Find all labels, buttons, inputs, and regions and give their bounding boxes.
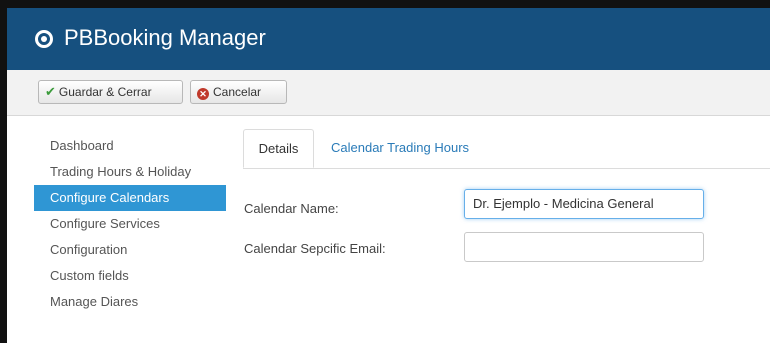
sidebar-item-configure-services[interactable]: Configure Services [34, 211, 226, 237]
sidebar-item-configure-calendars[interactable]: Configure Calendars [34, 185, 226, 211]
page-title: PBBooking Manager [64, 25, 266, 50]
sidebar-item-manage-diares[interactable]: Manage Diares [34, 289, 226, 315]
cancel-button[interactable]: ✕ Cancelar [190, 80, 287, 104]
sidebar: Dashboard Trading Hours & Holiday Config… [34, 133, 226, 315]
sidebar-item-custom-fields[interactable]: Custom fields [34, 263, 226, 289]
cancel-label: Cancelar [213, 85, 262, 99]
checkmark-icon: ✔ [45, 84, 56, 99]
calendar-email-label: Calendar Sepcific Email: [244, 241, 386, 256]
app-header: PBBooking Manager [7, 8, 770, 70]
sidebar-item-trading-hours[interactable]: Trading Hours & Holiday [34, 159, 226, 185]
tab-calendar-trading-hours[interactable]: Calendar Trading Hours [331, 129, 469, 168]
sidebar-item-configuration[interactable]: Configuration [34, 237, 226, 263]
app-window: PBBooking Manager ✔ Guardar & Cerrar ✕ Can… [0, 0, 770, 343]
circle-dot-icon [35, 30, 53, 48]
tab-details[interactable]: Details [243, 129, 314, 168]
calendar-email-input[interactable] [464, 232, 704, 262]
cancel-circle-icon: ✕ [197, 88, 209, 100]
calendar-name-label: Calendar Name: [244, 201, 339, 216]
save-close-label: Guardar & Cerrar [58, 85, 152, 99]
calendar-name-input[interactable]: Dr. Ejemplo - Medicina General [464, 189, 704, 219]
save-close-button[interactable]: ✔ Guardar & Cerrar [38, 80, 183, 104]
toolbar: ✔ Guardar & Cerrar ✕ Cancelar [7, 70, 770, 116]
sidebar-item-dashboard[interactable]: Dashboard [34, 133, 226, 159]
tab-bar: Details Calendar Trading Hours [243, 129, 770, 169]
